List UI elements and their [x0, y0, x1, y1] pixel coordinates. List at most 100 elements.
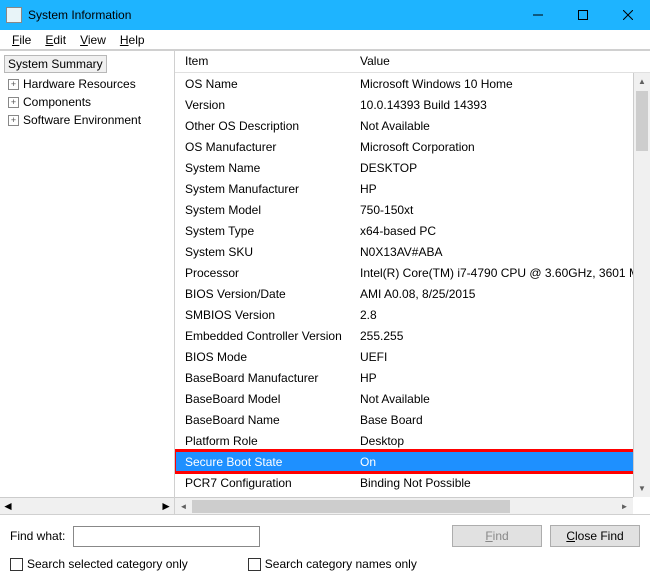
cell-item: System SKU	[179, 245, 354, 259]
cell-item: SMBIOS Version	[179, 308, 354, 322]
scroll-down-icon[interactable]: ▼	[634, 480, 650, 497]
close-find-button[interactable]: Close Find	[550, 525, 640, 547]
menu-file[interactable]: File	[6, 32, 37, 47]
cell-item: Platform Role	[179, 434, 354, 448]
table-row[interactable]: Embedded Controller Version255.255	[175, 325, 650, 346]
find-bar: Find what: Find Close Find Search select…	[0, 514, 650, 577]
cell-item: System Model	[179, 203, 354, 217]
table-row[interactable]: BaseBoard ModelNot Available	[175, 388, 650, 409]
expand-icon[interactable]: +	[8, 97, 19, 108]
checkbox-icon	[248, 558, 261, 571]
table-row[interactable]: Platform RoleDesktop	[175, 430, 650, 451]
cell-item: BaseBoard Name	[179, 413, 354, 427]
search-selected-checkbox[interactable]: Search selected category only	[10, 557, 188, 571]
titlebar[interactable]: System Information	[0, 0, 650, 30]
find-button[interactable]: Find	[452, 525, 542, 547]
cell-item: Embedded Controller Version	[179, 329, 354, 343]
cell-value: Microsoft Corporation	[354, 140, 650, 154]
cell-value: Desktop	[354, 434, 650, 448]
list-hscrollbar[interactable]: ◄ ►	[175, 497, 633, 514]
expand-icon[interactable]: +	[8, 79, 19, 90]
cell-item: Version	[179, 98, 354, 112]
column-value[interactable]: Value	[354, 51, 396, 72]
table-row[interactable]: System NameDESKTOP	[175, 157, 650, 178]
table-row[interactable]: Secure Boot StateOn	[175, 451, 650, 472]
cell-value: 10.0.14393 Build 14393	[354, 98, 650, 112]
menubar: File Edit View Help	[0, 30, 650, 50]
tree-node-software[interactable]: +Software Environment	[4, 111, 174, 129]
find-input[interactable]	[73, 526, 259, 547]
cell-value: Microsoft Windows 10 Home	[354, 77, 650, 91]
cell-value: Base Board	[354, 413, 650, 427]
tree-pane: System Summary +Hardware Resources +Comp…	[0, 51, 175, 514]
tree-children: +Hardware Resources +Components +Softwar…	[4, 75, 174, 129]
cell-item: System Type	[179, 224, 354, 238]
cell-value: AMI A0.08, 8/25/2015	[354, 287, 650, 301]
list-vscrollbar[interactable]: ▲ ▼	[633, 73, 650, 497]
cell-item: BaseBoard Manufacturer	[179, 371, 354, 385]
tree-node-hardware[interactable]: +Hardware Resources	[4, 75, 174, 93]
cell-value: Binding Not Possible	[354, 476, 650, 490]
list-pane: Item Value OS NameMicrosoft Windows 10 H…	[175, 51, 650, 514]
cell-value: 2.8	[354, 308, 650, 322]
cell-item: OS Name	[179, 77, 354, 91]
table-row[interactable]: Version10.0.14393 Build 14393	[175, 94, 650, 115]
cell-value: Intel(R) Core(TM) i7-4790 CPU @ 3.60GHz,…	[354, 266, 650, 280]
cell-value: 750-150xt	[354, 203, 650, 217]
tree-node-components[interactable]: +Components	[4, 93, 174, 111]
scroll-left-icon[interactable]: ◄	[175, 502, 192, 511]
maximize-button[interactable]	[560, 0, 605, 30]
find-label: Find what:	[10, 529, 65, 543]
window-title: System Information	[28, 8, 515, 22]
cell-value: HP	[354, 371, 650, 385]
cell-item: Secure Boot State	[179, 455, 354, 469]
minimize-button[interactable]	[515, 0, 560, 30]
cell-value: On	[354, 455, 650, 469]
cell-item: Other OS Description	[179, 119, 354, 133]
cell-value: 255.255	[354, 329, 650, 343]
list-header: Item Value	[175, 51, 650, 73]
table-row[interactable]: BIOS Version/DateAMI A0.08, 8/25/2015	[175, 283, 650, 304]
cell-value: N0X13AV#ABA	[354, 245, 650, 259]
cell-item: BIOS Mode	[179, 350, 354, 364]
search-names-checkbox[interactable]: Search category names only	[248, 557, 417, 571]
scroll-right-icon[interactable]: ►	[616, 502, 633, 511]
list-rows: OS NameMicrosoft Windows 10 HomeVersion1…	[175, 73, 650, 493]
table-row[interactable]: System SKUN0X13AV#ABA	[175, 241, 650, 262]
content-area: System Summary +Hardware Resources +Comp…	[0, 50, 650, 514]
table-row[interactable]: Other OS DescriptionNot Available	[175, 115, 650, 136]
table-row[interactable]: System Model750-150xt	[175, 199, 650, 220]
table-row[interactable]: OS ManufacturerMicrosoft Corporation	[175, 136, 650, 157]
tree-hscrollbar[interactable]: ◄►	[0, 497, 174, 514]
scroll-thumb[interactable]	[636, 91, 648, 151]
app-icon	[6, 7, 22, 23]
table-row[interactable]: ProcessorIntel(R) Core(TM) i7-4790 CPU @…	[175, 262, 650, 283]
cell-value: UEFI	[354, 350, 650, 364]
expand-icon[interactable]: +	[8, 115, 19, 126]
hscroll-thumb[interactable]	[192, 500, 510, 513]
close-button[interactable]	[605, 0, 650, 30]
table-row[interactable]: BaseBoard NameBase Board	[175, 409, 650, 430]
table-row[interactable]: System Typex64-based PC	[175, 220, 650, 241]
menu-edit[interactable]: Edit	[39, 32, 72, 47]
cell-item: System Name	[179, 161, 354, 175]
cell-value: Not Available	[354, 392, 650, 406]
table-row[interactable]: OS NameMicrosoft Windows 10 Home	[175, 73, 650, 94]
table-row[interactable]: SMBIOS Version2.8	[175, 304, 650, 325]
cell-item: PCR7 Configuration	[179, 476, 354, 490]
menu-view[interactable]: View	[74, 32, 112, 47]
cell-item: BIOS Version/Date	[179, 287, 354, 301]
cell-value: Not Available	[354, 119, 650, 133]
table-row[interactable]: PCR7 ConfigurationBinding Not Possible	[175, 472, 650, 493]
table-row[interactable]: BaseBoard ManufacturerHP	[175, 367, 650, 388]
cell-item: Processor	[179, 266, 354, 280]
cell-value: x64-based PC	[354, 224, 650, 238]
checkbox-icon	[10, 558, 23, 571]
scroll-up-icon[interactable]: ▲	[634, 73, 650, 90]
tree-root-selected[interactable]: System Summary	[4, 55, 107, 73]
table-row[interactable]: BIOS ModeUEFI	[175, 346, 650, 367]
column-item[interactable]: Item	[179, 51, 354, 72]
menu-help[interactable]: Help	[114, 32, 151, 47]
cell-value: DESKTOP	[354, 161, 650, 175]
table-row[interactable]: System ManufacturerHP	[175, 178, 650, 199]
